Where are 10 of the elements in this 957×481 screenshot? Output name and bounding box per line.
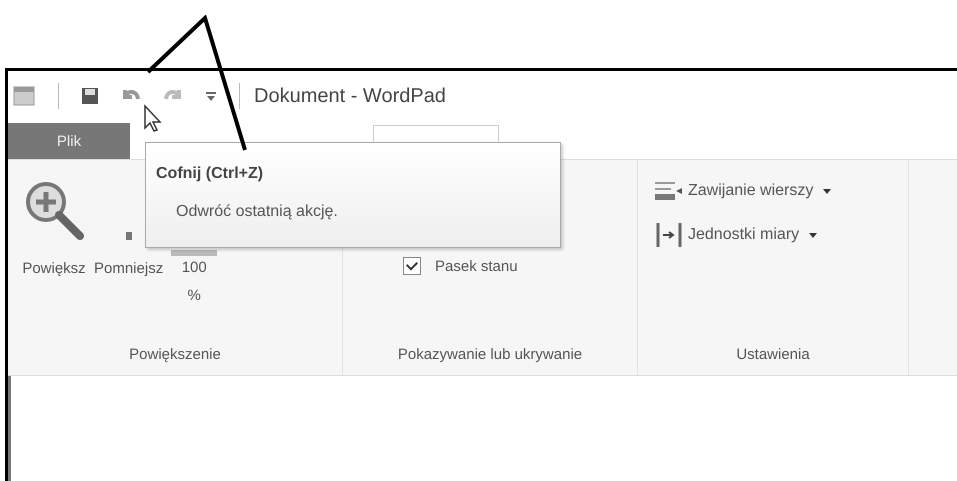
group-label: Ustawienia <box>735 346 811 365</box>
dropdown-button[interactable]: Zawijanie wierszy <box>652 178 834 204</box>
window-title: Dokument - WordPad <box>254 84 446 108</box>
group-label: Pokazywanie lub ukrywanie <box>396 346 584 365</box>
group-label: Powiększenie <box>128 346 222 365</box>
checkbox-label: Pasek stanu <box>435 258 518 274</box>
dropdown-button[interactable]: Jednostki miary <box>652 220 820 250</box>
file-tab[interactable]: Plik <box>8 123 130 159</box>
tooltip-description: Odwróć ostatnią akcję. <box>176 203 339 221</box>
ribbon-button[interactable]: Powiększ <box>22 178 86 346</box>
